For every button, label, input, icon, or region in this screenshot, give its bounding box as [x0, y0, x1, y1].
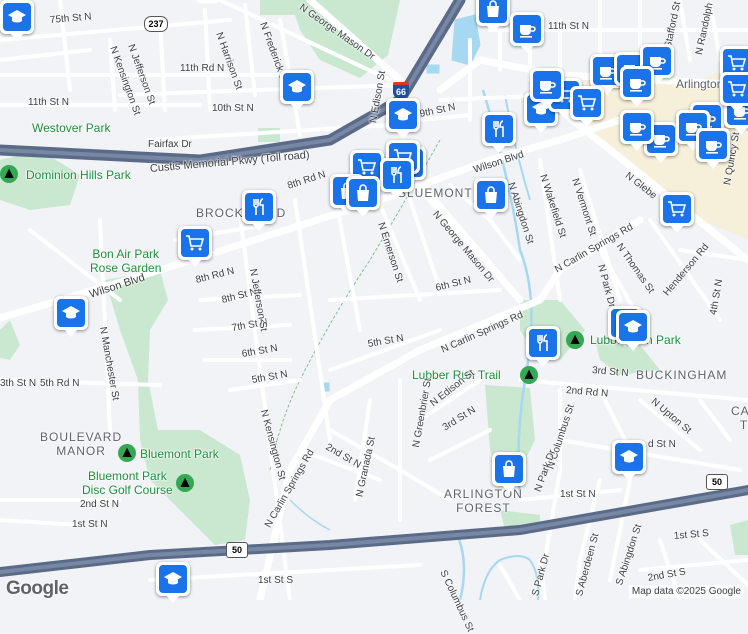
poi-pin-school[interactable] — [386, 98, 420, 139]
school-icon — [389, 101, 417, 129]
school-icon — [57, 299, 85, 327]
shield-number: 237 — [148, 19, 164, 29]
grocery-icon — [181, 229, 209, 257]
park-label: Bluemont Park — [140, 447, 219, 461]
area-label: BUCKINGHAM — [636, 368, 728, 382]
poi-pin-shopping-bag[interactable] — [492, 452, 526, 493]
poi-pin-grocery[interactable] — [720, 72, 748, 113]
poi-pin-cafe[interactable] — [620, 66, 654, 107]
street-label: 10th St N — [212, 103, 254, 114]
park-marker: ▲ — [118, 444, 136, 462]
poi-pin-restaurant[interactable] — [242, 190, 276, 231]
school-icon — [159, 565, 187, 593]
shopping-bag-icon — [479, 0, 507, 23]
poi-pin-school[interactable] — [616, 310, 650, 351]
street-label: 5th Rd N — [40, 378, 80, 389]
area-label: Cath Th — [731, 404, 748, 433]
grocery-icon — [663, 195, 691, 223]
park-label: Westover Park — [32, 121, 111, 135]
poi-pin-shopping-bag[interactable] — [476, 0, 510, 33]
area-label: BOULEVARD MANOR — [40, 430, 123, 459]
cafe-icon — [623, 113, 651, 141]
poi-pin-school[interactable] — [612, 440, 646, 481]
cafe-icon — [513, 15, 541, 43]
poi-pin-restaurant[interactable] — [526, 326, 560, 367]
park-marker: ▲ — [520, 366, 538, 384]
us-50-shield: 50 — [226, 542, 248, 558]
park-label: Bluemont Park Disc Golf Course — [82, 469, 173, 497]
street-label: 1st St S — [258, 575, 294, 586]
street-label: d St N — [648, 439, 676, 450]
school-icon — [3, 3, 31, 31]
restaurant-icon — [383, 161, 411, 189]
cafe-icon — [699, 131, 727, 159]
poi-pin-restaurant[interactable] — [482, 112, 516, 153]
street-label: 11th St N — [28, 97, 69, 108]
street-label: 3th St N — [0, 378, 37, 389]
poi-pin-shopping-bag[interactable] — [346, 176, 380, 217]
school-icon — [615, 443, 643, 471]
grocery-icon — [723, 75, 748, 103]
cafe-icon — [623, 69, 651, 97]
shield-number: 50 — [711, 477, 722, 487]
restaurant-icon — [245, 193, 273, 221]
park-label: Dominion Hills Park — [26, 168, 131, 182]
google-logo[interactable]: Google — [6, 578, 69, 600]
park-marker: ▲ — [176, 474, 194, 492]
park-label: Bon Air Park Rose Garden — [90, 247, 162, 275]
restaurant-icon — [485, 115, 513, 143]
shield-number: 50 — [231, 545, 242, 555]
shopping-bag-icon — [477, 181, 505, 209]
street-label: 1st St N — [72, 519, 108, 530]
poi-pin-grocery[interactable] — [570, 86, 604, 127]
poi-pin-school[interactable] — [156, 562, 190, 603]
grocery-icon — [573, 89, 601, 117]
park-marker: ▲ — [566, 331, 584, 349]
street-label: 11th Rd N — [180, 63, 225, 74]
shopping-bag-icon — [495, 455, 523, 483]
poi-pin-cafe[interactable] — [696, 128, 730, 169]
street-label: 11th St N — [548, 21, 589, 32]
poi-pin-school[interactable] — [0, 0, 34, 41]
street-label: 1st St N — [560, 489, 596, 500]
school-icon — [283, 73, 311, 101]
poi-pin-grocery[interactable] — [178, 226, 212, 267]
route-237-shield: 237 — [144, 16, 168, 32]
school-icon — [619, 313, 647, 341]
poi-pin-restaurant[interactable] — [380, 158, 414, 199]
poi-pin-school[interactable] — [280, 70, 314, 111]
poi-pin-cafe[interactable] — [620, 110, 654, 151]
park-marker: ▲ — [0, 165, 18, 183]
poi-pin-grocery[interactable] — [660, 192, 694, 233]
map-attribution[interactable]: Map data ©2025 Google — [628, 585, 744, 598]
poi-pin-school[interactable] — [54, 296, 88, 337]
poi-pin-shopping-bag[interactable] — [474, 178, 508, 219]
cafe-icon — [533, 71, 561, 99]
street-label: 2nd St N — [80, 499, 119, 510]
shield-number: 66 — [395, 87, 406, 97]
poi-pin-cafe[interactable] — [530, 68, 564, 109]
interstate-66-shield: 66 — [393, 82, 409, 99]
restaurant-icon — [529, 329, 557, 357]
poi-pin-cafe[interactable] — [510, 12, 544, 53]
street-label: Fairfax Dr — [148, 139, 192, 150]
shopping-bag-icon — [349, 179, 377, 207]
us-50-shield: 50 — [706, 474, 728, 490]
